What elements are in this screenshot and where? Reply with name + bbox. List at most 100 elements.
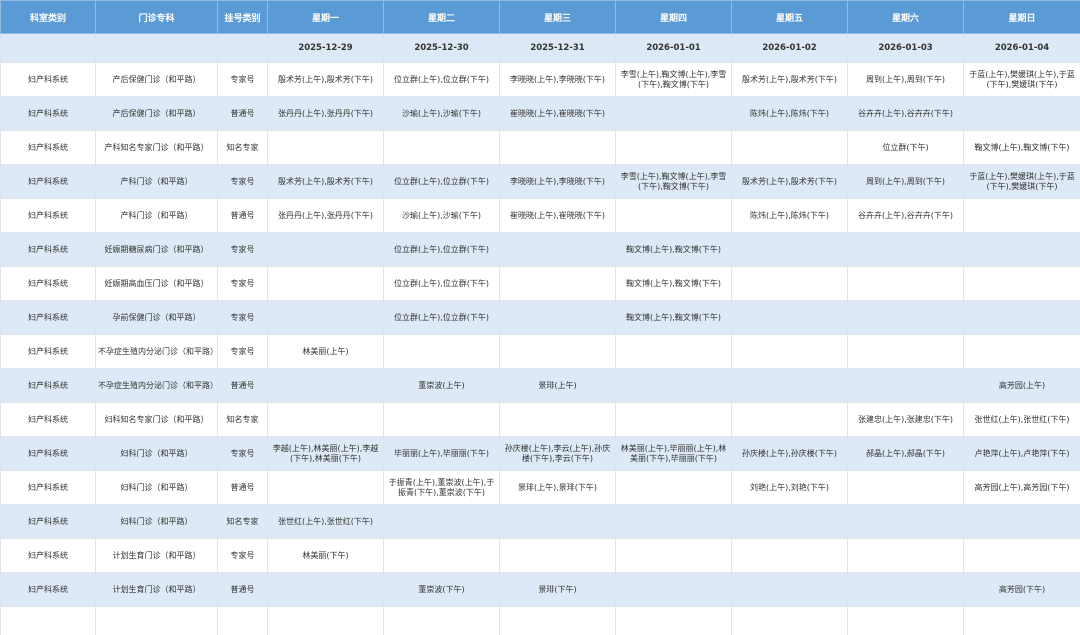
header-row: 科室类别 门诊专科 挂号类别 星期一 星期二 星期三 星期四 星期五 星期六 星… [0, 0, 1080, 34]
table-row: 妇产科系统 妇科门诊（和平路） 专家号 李越(上午),林美丽(上午),李越(下午),林… [0, 436, 1080, 471]
doctor-schedule-cell: 景琲(下午) [499, 572, 616, 607]
date-cell: 2025-12-30 [383, 33, 500, 63]
clinic-cell: 妊娠期糖尿病门诊（和平路） [95, 232, 218, 267]
empty-cell [847, 606, 964, 635]
empty-schedule-cell [267, 470, 384, 505]
date-cell: 2026-01-01 [615, 33, 732, 63]
table-row: 妇产科系统 产后保健门诊（和平路） 专家号 殷术芳(上午),殷术芳(下午) 位立群(上午… [0, 62, 1080, 97]
dept-cell: 妇产科系统 [0, 130, 96, 165]
doctor-schedule-cell: 林美丽(上午) [267, 334, 384, 369]
doctor-schedule-cell: 孙庆楼(上午),李云(上午),孙庆楼(下午),李云(下午) [499, 436, 616, 471]
schedule-table: 科室类别 门诊专科 挂号类别 星期一 星期二 星期三 星期四 星期五 星期六 星… [0, 0, 1080, 635]
doctor-schedule-cell: 董崇波(下午) [383, 572, 500, 607]
empty-schedule-cell [267, 402, 384, 437]
schedule-body: 妇产科系统 产后保健门诊（和平路） 专家号 殷术芳(上午),殷术芳(下午) 位立群(上午… [0, 62, 1080, 635]
doctor-schedule-cell: 位立群(上午),位立群(下午) [383, 164, 500, 199]
doctor-schedule-cell: 周到(上午),周到(下午) [847, 164, 964, 199]
doctor-schedule-cell: 高芳园(下午) [963, 572, 1080, 607]
empty-schedule-cell [731, 538, 848, 573]
empty-schedule-cell [731, 232, 848, 267]
reg-type-cell: 知名专家 [217, 504, 268, 539]
empty-schedule-cell [847, 300, 964, 335]
empty-schedule-cell [963, 334, 1080, 369]
header-day[interactable]: 星期日 [963, 0, 1080, 34]
doctor-schedule-cell: 沙瑜(上午),沙瑜(下午) [383, 198, 500, 233]
date-cell: 2026-01-02 [731, 33, 848, 63]
doctor-schedule-cell: 陈炜(上午),陈炜(下午) [731, 198, 848, 233]
clinic-cell: 计划生育门诊（和平路） [95, 538, 218, 573]
doctor-schedule-cell: 谷卉卉(上午),谷卉卉(下午) [847, 96, 964, 131]
empty-schedule-cell [499, 266, 616, 301]
empty-schedule-cell [615, 368, 732, 403]
doctor-schedule-cell: 鞠文博(上午),鞠文博(下午) [615, 266, 732, 301]
reg-type-cell: 普通号 [217, 572, 268, 607]
doctor-schedule-cell: 鞠文博(上午),鞠文博(下午) [615, 300, 732, 335]
reg-type-cell: 专家号 [217, 62, 268, 97]
empty-schedule-cell [963, 300, 1080, 335]
header-day[interactable]: 星期四 [615, 0, 732, 34]
doctor-schedule-cell: 刘艳(上午),刘艳(下午) [731, 470, 848, 505]
doctor-schedule-cell: 郝晶(上午),郝晶(下午) [847, 436, 964, 471]
empty-schedule-cell [499, 130, 616, 165]
header-day[interactable]: 星期五 [731, 0, 848, 34]
table-row: 妇产科系统 不孕症生殖内分泌门诊（和平路） 普通号 董崇波(上午) 景琲(上午) 高芳园(… [0, 368, 1080, 403]
doctor-schedule-cell: 殷术芳(上午),殷术芳(下午) [267, 62, 384, 97]
empty-cell [499, 606, 616, 635]
header-day[interactable]: 星期三 [499, 0, 616, 34]
header-day[interactable]: 星期二 [383, 0, 500, 34]
empty-schedule-cell [267, 130, 384, 165]
clinic-cell: 妇科门诊（和平路） [95, 470, 218, 505]
clinic-cell: 妇科门诊（和平路） [95, 504, 218, 539]
empty-schedule-cell [267, 300, 384, 335]
doctor-schedule-cell: 景琲(上午),景琲(下午) [499, 470, 616, 505]
doctor-schedule-cell: 孙庆楼(上午),孙庆楼(下午) [731, 436, 848, 471]
doctor-schedule-cell: 位立群(下午) [847, 130, 964, 165]
doctor-schedule-cell: 周到(上午),周到(下午) [847, 62, 964, 97]
empty-schedule-cell [847, 232, 964, 267]
doctor-schedule-cell: 殷术芳(上午),殷术芳(下午) [267, 164, 384, 199]
empty-schedule-cell [615, 96, 732, 131]
doctor-schedule-cell: 鞠文博(上午),鞠文博(下午) [963, 130, 1080, 165]
empty-cell [95, 606, 218, 635]
doctor-schedule-cell: 位立群(上午),位立群(下午) [383, 300, 500, 335]
doctor-schedule-cell: 沙瑜(上午),沙瑜(下午) [383, 96, 500, 131]
table-row: 妇产科系统 产科知名专家门诊（和平路） 知名专家 位立群(下午) 鞠文博(上午),鞠文博… [0, 130, 1080, 165]
empty-schedule-cell [499, 538, 616, 573]
header-reg[interactable]: 挂号类别 [217, 0, 268, 34]
empty-schedule-cell [731, 368, 848, 403]
header-clinic[interactable]: 门诊专科 [95, 0, 218, 34]
empty-schedule-cell [267, 572, 384, 607]
empty-schedule-cell [963, 198, 1080, 233]
header-dept[interactable]: 科室类别 [0, 0, 96, 34]
doctor-schedule-cell: 谷卉卉(上午),谷卉卉(下午) [847, 198, 964, 233]
doctor-schedule-cell: 李越(上午),林美丽(上午),李越(下午),林美丽(下午) [267, 436, 384, 471]
empty-schedule-cell [847, 266, 964, 301]
table-row: 妇产科系统 产后保健门诊（和平路） 普通号 张丹丹(上午),张丹丹(下午) 沙瑜(上午)… [0, 96, 1080, 131]
doctor-schedule-cell: 于蓝(上午),樊媛琪(上午),于蓝(下午),樊媛琪(下午) [963, 62, 1080, 97]
doctor-schedule-cell: 张丹丹(上午),张丹丹(下午) [267, 198, 384, 233]
doctor-schedule-cell: 林美丽(下午) [267, 538, 384, 573]
table-row: 妇产科系统 妇科门诊（和平路） 知名专家 张世红(上午),张世红(下午) [0, 504, 1080, 539]
reg-type-cell: 普通号 [217, 368, 268, 403]
date-cell: 2025-12-29 [267, 33, 384, 63]
date-row: 2025-12-29 2025-12-30 2025-12-31 2026-01… [0, 33, 1080, 63]
empty-schedule-cell [731, 402, 848, 437]
header-day[interactable]: 星期一 [267, 0, 384, 34]
doctor-schedule-cell: 殷术芳(上午),殷术芳(下午) [731, 62, 848, 97]
empty-schedule-cell [499, 334, 616, 369]
empty-schedule-cell [499, 232, 616, 267]
header-day[interactable]: 星期六 [847, 0, 964, 34]
dept-cell: 妇产科系统 [0, 402, 96, 437]
clinic-cell: 妇科知名专家门诊（和平路） [95, 402, 218, 437]
doctor-schedule-cell: 位立群(上午),位立群(下午) [383, 266, 500, 301]
empty-schedule-cell [615, 198, 732, 233]
empty-schedule-cell [615, 334, 732, 369]
reg-type-cell: 普通号 [217, 198, 268, 233]
dept-cell: 妇产科系统 [0, 96, 96, 131]
table-row: 妇产科系统 产科门诊（和平路） 专家号 殷术芳(上午),殷术芳(下午) 位立群(上午),… [0, 164, 1080, 199]
doctor-schedule-cell: 李晓晓(上午),李晓晓(下午) [499, 164, 616, 199]
empty-schedule-cell [963, 538, 1080, 573]
doctor-schedule-cell: 李雪(上午),鞠文博(上午),李雪(下午),鞠文博(下午) [615, 62, 732, 97]
dept-cell: 妇产科系统 [0, 300, 96, 335]
empty-schedule-cell [615, 470, 732, 505]
